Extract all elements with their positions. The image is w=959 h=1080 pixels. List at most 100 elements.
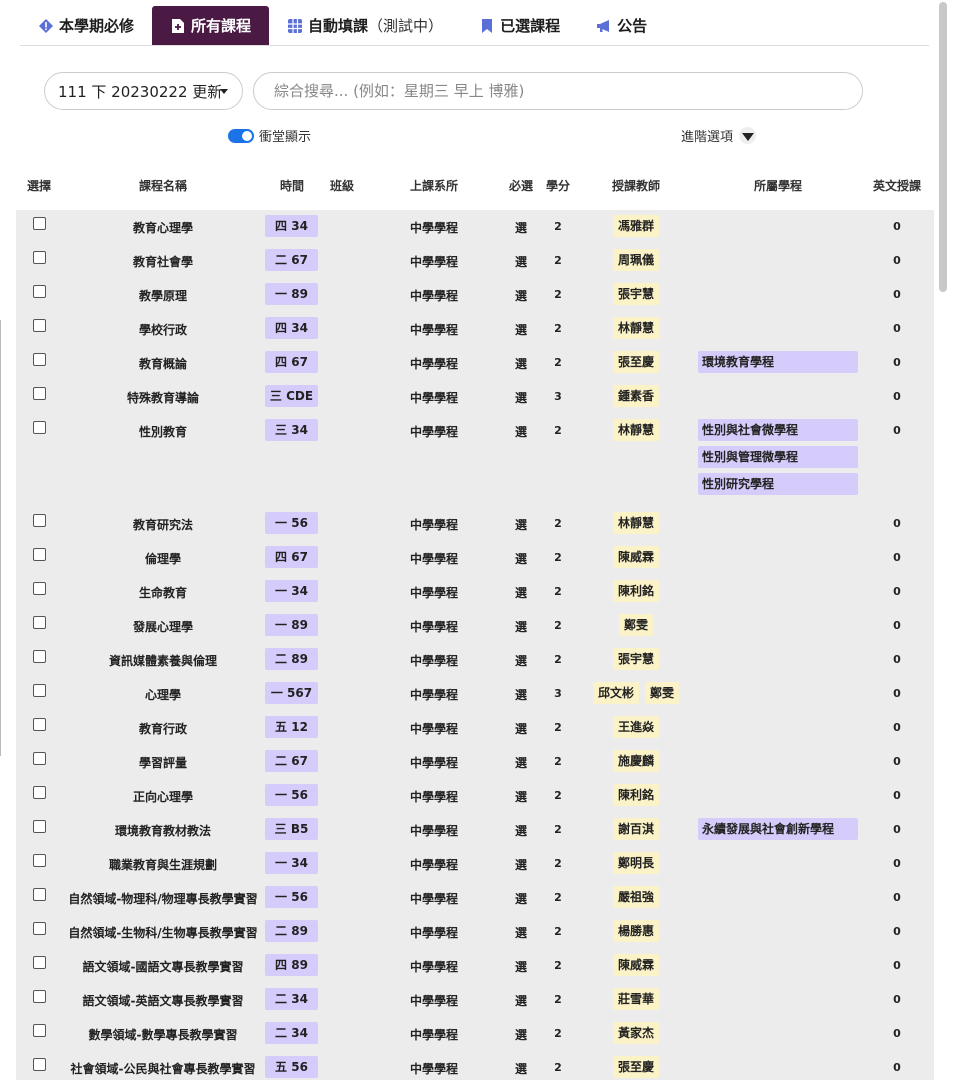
row-checkbox[interactable]: [33, 956, 46, 969]
row-checkbox[interactable]: [33, 421, 46, 434]
teacher-badge[interactable]: 周珮儀: [613, 249, 660, 271]
row-checkbox[interactable]: [33, 888, 46, 901]
teacher-badge[interactable]: 張宇慧: [613, 648, 660, 670]
course-name[interactable]: 語文領域-英語文專長教學實習: [63, 992, 263, 1009]
course-name[interactable]: 學習評量: [63, 754, 263, 771]
program-badge[interactable]: 性別研究學程: [698, 473, 858, 495]
program-badge[interactable]: 環境教育學程: [698, 351, 858, 373]
teacher-badge[interactable]: 張至慶: [613, 1056, 660, 1078]
course-name[interactable]: 自然領域-物理科/物理專長教學實習: [63, 890, 263, 907]
row-checkbox[interactable]: [33, 990, 46, 1003]
col-credits[interactable]: 學分: [546, 177, 570, 194]
program-badge[interactable]: 永續發展與社會創新學程: [698, 818, 858, 840]
advanced-options-button[interactable]: 進階選項: [681, 126, 757, 145]
col-english[interactable]: 英文授課: [873, 177, 921, 194]
course-name[interactable]: 學校行政: [63, 321, 263, 338]
teacher-badge[interactable]: 馮雅群: [613, 215, 660, 237]
teacher-badge[interactable]: 陳威霖: [613, 954, 660, 976]
col-required[interactable]: 必選: [509, 177, 533, 194]
teacher-badge[interactable]: 嚴祖強: [613, 886, 660, 908]
teacher-badge[interactable]: 鄭雯: [645, 682, 680, 704]
course-name[interactable]: 教育心理學: [63, 219, 263, 236]
row-checkbox[interactable]: [33, 353, 46, 366]
course-name[interactable]: 教育行政: [63, 720, 263, 737]
row-checkbox[interactable]: [33, 718, 46, 731]
course-name[interactable]: 特殊教育導論: [63, 389, 263, 406]
course-name[interactable]: 資訊媒體素養與倫理: [63, 652, 263, 669]
col-course-name[interactable]: 課程名稱: [139, 177, 187, 194]
course-name[interactable]: 語文領域-國語文專長教學實習: [63, 958, 263, 975]
semester-select[interactable]: 111 下 20230222 更新: [44, 72, 243, 110]
course-time-badge: 一 56: [265, 886, 318, 908]
row-checkbox[interactable]: [33, 582, 46, 595]
row-checkbox[interactable]: [33, 514, 46, 527]
row-checkbox[interactable]: [33, 650, 46, 663]
course-name[interactable]: 教學原理: [63, 287, 263, 304]
col-select[interactable]: 選擇: [27, 177, 51, 194]
course-name[interactable]: 發展心理學: [63, 618, 263, 635]
teacher-badge[interactable]: 施慶麟: [613, 750, 660, 772]
teacher-badge[interactable]: 林靜慧: [613, 512, 660, 534]
tab-announcements[interactable]: 公告: [578, 6, 665, 45]
teacher-badge[interactable]: 張宇慧: [613, 283, 660, 305]
course-name[interactable]: 社會領域-公民與社會專長教學實習: [63, 1060, 263, 1077]
course-name[interactable]: 性別教育: [63, 423, 263, 440]
col-teacher[interactable]: 授課教師: [612, 177, 660, 194]
course-name[interactable]: 職業教育與生涯規劃: [63, 856, 263, 873]
teacher-badge[interactable]: 林靜慧: [613, 317, 660, 339]
teacher-badge[interactable]: 謝百淇: [613, 818, 660, 840]
row-checkbox[interactable]: [33, 786, 46, 799]
course-name[interactable]: 正向心理學: [63, 788, 263, 805]
row-checkbox[interactable]: [33, 820, 46, 833]
course-name[interactable]: 教育研究法: [63, 516, 263, 533]
course-name[interactable]: 自然領域-生物科/生物專長教學實習: [63, 924, 263, 941]
course-name[interactable]: 數學領域-數學專長教學實習: [63, 1026, 263, 1043]
teacher-badge[interactable]: 林靜慧: [613, 419, 660, 441]
row-checkbox[interactable]: [33, 616, 46, 629]
tab-required-this-semester[interactable]: 本學期必修: [20, 6, 152, 45]
course-name[interactable]: 倫理學: [63, 550, 263, 567]
col-time[interactable]: 時間: [280, 177, 304, 194]
row-checkbox[interactable]: [33, 285, 46, 298]
row-checkbox[interactable]: [33, 854, 46, 867]
scrollbar-thumb[interactable]: [939, 2, 947, 292]
col-class[interactable]: 班級: [330, 177, 354, 194]
course-name[interactable]: 教育社會學: [63, 253, 263, 270]
col-dept[interactable]: 上課系所: [410, 177, 458, 194]
course-browser: 本學期必修 所有課程 自動填課 （測試中） 已選課程 公告 111 下 2023…: [0, 0, 959, 1080]
tab-all-courses[interactable]: 所有課程: [152, 6, 270, 45]
teacher-badge[interactable]: 楊勝惠: [613, 920, 660, 942]
row-checkbox[interactable]: [33, 922, 46, 935]
row-checkbox[interactable]: [33, 684, 46, 697]
teacher-badge[interactable]: 王進焱: [613, 716, 660, 738]
teacher-badge[interactable]: 張至慶: [613, 351, 660, 373]
row-checkbox[interactable]: [33, 217, 46, 230]
row-checkbox[interactable]: [33, 1024, 46, 1037]
course-name[interactable]: 生命教育: [63, 584, 263, 601]
teacher-badge[interactable]: 莊雪華: [613, 988, 660, 1010]
search-input[interactable]: [253, 72, 863, 110]
program-badge[interactable]: 性別與社會微學程: [698, 419, 858, 441]
course-name[interactable]: 心理學: [63, 686, 263, 703]
teacher-badge[interactable]: 鄭雯: [619, 614, 654, 636]
row-checkbox[interactable]: [33, 319, 46, 332]
course-name[interactable]: 教育概論: [63, 355, 263, 372]
teacher-badge[interactable]: 黃家杰: [613, 1022, 660, 1044]
teacher-badge[interactable]: 鄭明長: [613, 852, 660, 874]
col-program[interactable]: 所屬學程: [754, 177, 802, 194]
tab-selected-courses[interactable]: 已選課程: [461, 6, 578, 45]
teacher-badge[interactable]: 鍾素香: [613, 385, 660, 407]
tab-auto-fill[interactable]: 自動填課 （測試中）: [269, 6, 461, 45]
row-checkbox[interactable]: [33, 548, 46, 561]
row-checkbox[interactable]: [33, 387, 46, 400]
conflict-toggle-switch[interactable]: [228, 128, 254, 143]
teacher-badge[interactable]: 陳威霖: [613, 546, 660, 568]
program-badge[interactable]: 性別與管理微學程: [698, 446, 858, 468]
row-checkbox[interactable]: [33, 1058, 46, 1071]
teacher-badge[interactable]: 陳利銘: [613, 580, 660, 602]
teacher-badge[interactable]: 邱文彬: [593, 682, 640, 704]
row-checkbox[interactable]: [33, 752, 46, 765]
row-checkbox[interactable]: [33, 251, 46, 264]
course-name[interactable]: 環境教育教材教法: [63, 822, 263, 839]
teacher-badge[interactable]: 陳利銘: [613, 784, 660, 806]
